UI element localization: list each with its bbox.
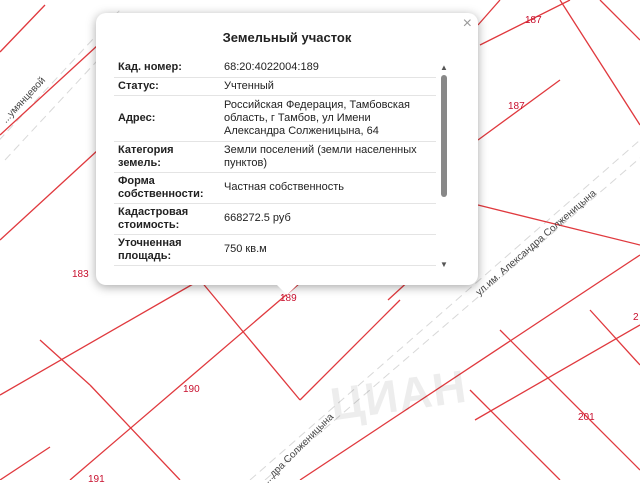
table-row: Статус: Учтенный — [114, 77, 436, 96]
table-row: Кад. номер: 68:20:4022004:189 — [114, 58, 436, 78]
row-label: Форма собственности: — [114, 172, 220, 204]
row-value: Частная собственность — [220, 172, 436, 204]
parcel-number-label: 183 — [72, 269, 89, 280]
parcel-info-table-wrap[interactable]: Кад. номер: 68:20:4022004:189 Статус: Уч… — [114, 58, 436, 269]
popup-scrollbar[interactable]: ▲ ▼ — [439, 63, 449, 269]
row-label: Адрес: — [114, 95, 220, 142]
table-row: Кадастровая стоимость: 668272.5 руб — [114, 203, 436, 235]
row-label: Статус: — [114, 77, 220, 96]
popup-title: Земельный участок — [222, 30, 352, 45]
scroll-down-icon[interactable]: ▼ — [440, 260, 448, 269]
row-value: Земли поселений (земли населенных пункто… — [220, 141, 436, 173]
row-value: Учтенный — [220, 77, 436, 96]
table-row: Адрес: Российская Федерация, Тамбовская … — [114, 95, 436, 142]
scrollbar-thumb[interactable] — [441, 75, 447, 197]
row-value: Российская Федерация, Тамбовская область… — [220, 95, 436, 142]
parcel-number-label: 187 — [525, 15, 542, 26]
row-label: Кад. номер: — [114, 58, 220, 78]
parcel-number-label: 190 — [183, 384, 200, 395]
row-value: 68:20:4022004:189 — [220, 58, 436, 78]
row-label: Категория земель: — [114, 141, 220, 173]
row-label: Уточненная площадь: — [114, 234, 220, 266]
parcel-number-label: 187 — [508, 101, 525, 112]
row-label: Кадастровая стоимость: — [114, 203, 220, 235]
parcel-info-table: Кад. номер: 68:20:4022004:189 Статус: Уч… — [114, 58, 436, 266]
table-row: Категория земель: Земли поселений (земли… — [114, 141, 436, 173]
parcel-info-popup: × Земельный участок Кад. номер: 68:20:40… — [96, 13, 478, 295]
scroll-up-icon[interactable]: ▲ — [440, 63, 448, 72]
table-row: Уточненная площадь: 750 кв.м — [114, 234, 436, 266]
row-value: 750 кв.м — [220, 234, 436, 266]
parcel-number-label: 2 — [633, 312, 639, 323]
table-row: Форма собственности: Частная собственнос… — [114, 172, 436, 204]
row-value: 668272.5 руб — [220, 203, 436, 235]
popup-pointer — [277, 285, 297, 295]
parcel-number-label: 201 — [578, 412, 595, 423]
